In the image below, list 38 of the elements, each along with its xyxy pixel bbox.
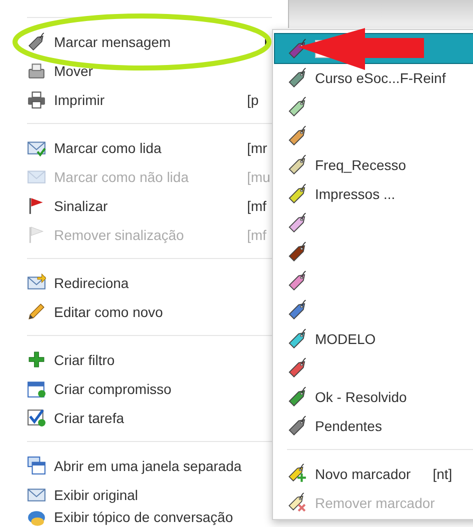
tray-icon xyxy=(27,61,46,80)
flag-icon xyxy=(27,225,46,244)
menu-item[interactable]: Sinalizar [mf xyxy=(0,191,272,220)
plus-icon xyxy=(27,350,46,369)
pencil-icon xyxy=(27,302,46,321)
tag-icon xyxy=(287,463,308,484)
speech-bubble-icon xyxy=(27,509,46,527)
shortcut-label: [mf xyxy=(247,198,266,214)
shortcut-label: [p xyxy=(247,92,259,108)
envelope-icon xyxy=(27,273,46,292)
menu-item[interactable]: Criar filtro xyxy=(0,345,272,374)
menu-item[interactable]: Editar como novo xyxy=(0,297,272,326)
menu-item[interactable]: Imprimir [p xyxy=(0,85,272,114)
menu-item[interactable]: Marcar como lida [mr xyxy=(0,133,272,162)
shortcut-label: [nt] xyxy=(432,466,452,482)
tag-item[interactable]: Impressos ... xyxy=(273,179,473,208)
menu-item[interactable]: Redireciona xyxy=(0,268,272,297)
shortcut-label: [mf xyxy=(247,226,266,242)
tag-icon xyxy=(27,32,46,51)
tag-item[interactable]: MODELO xyxy=(273,324,473,353)
tag-item[interactable]: Pendentes xyxy=(273,411,473,440)
tag-icon xyxy=(287,492,308,513)
printer-icon xyxy=(27,90,46,109)
menu-item[interactable]: Exibir original xyxy=(0,480,272,509)
menu-item[interactable]: Novo marcador [nt] xyxy=(273,459,473,488)
menu-item[interactable]: Abrir em uma janela separada xyxy=(0,451,272,480)
tag-item[interactable]: Ok - Resolvido xyxy=(273,382,473,411)
menu-item[interactable]: Criar compromisso xyxy=(0,374,272,403)
menu-item[interactable]: Criar tarefa xyxy=(0,403,272,432)
shortcut-label: [mu xyxy=(247,168,270,184)
menu-item[interactable]: Exibir tópico de conversação xyxy=(0,509,272,527)
menu-item[interactable]: Mover xyxy=(0,56,272,85)
calendar-icon xyxy=(27,379,46,398)
windows-icon xyxy=(27,456,46,475)
shortcut-label: [mr xyxy=(247,140,268,156)
checkbox-icon xyxy=(27,408,46,427)
tag-item[interactable]: Freq_Recesso xyxy=(273,150,473,179)
tag-item[interactable]: Curso eSoc...F-Reinf xyxy=(273,63,473,92)
